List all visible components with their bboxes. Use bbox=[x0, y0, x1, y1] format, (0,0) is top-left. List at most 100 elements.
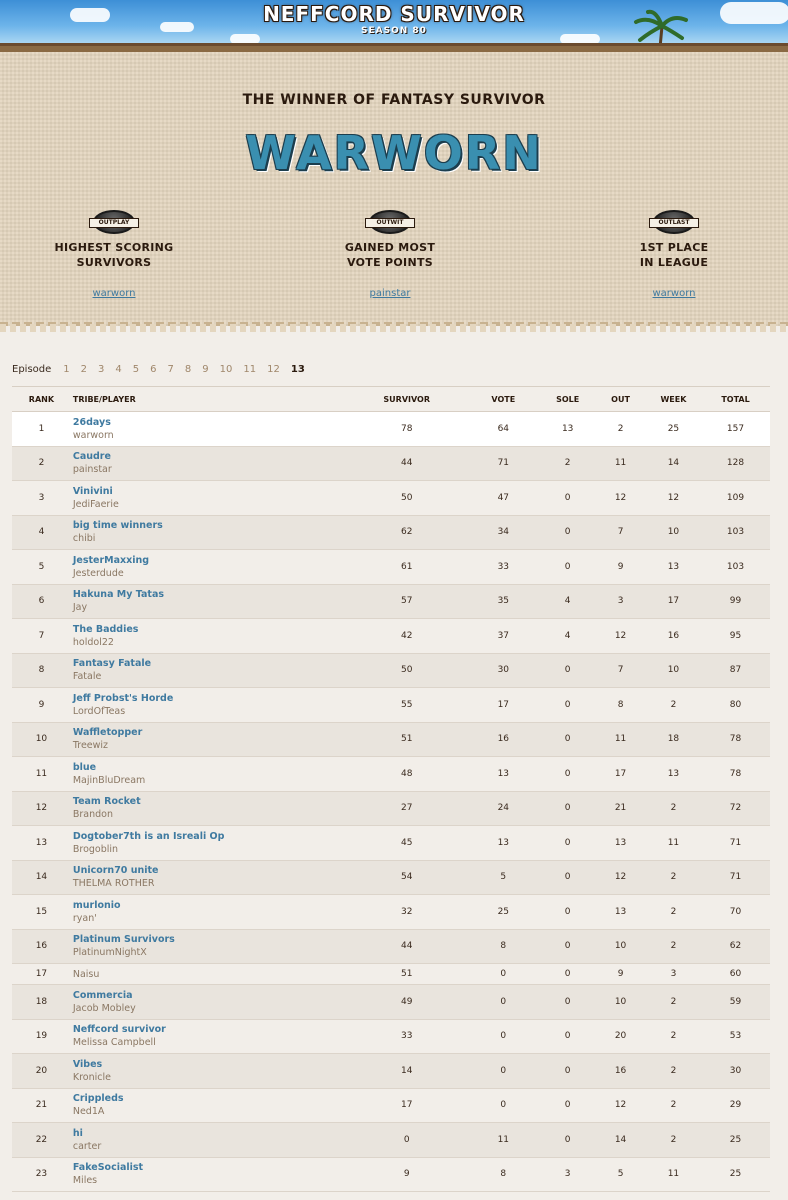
award-winner-link[interactable]: warworn bbox=[14, 288, 214, 299]
sole-cell: 0 bbox=[564, 699, 571, 710]
out-cell: 14 bbox=[614, 1134, 627, 1145]
header-total[interactable]: TOTAL bbox=[701, 395, 770, 404]
tribe-player-cell: JesterMaxxing Jesterdude bbox=[71, 554, 347, 580]
survivor-cell: 45 bbox=[400, 837, 413, 848]
tribe-player-cell: 26days warworn bbox=[71, 416, 347, 442]
tribe-link[interactable]: Vinivini bbox=[73, 485, 347, 498]
tribe-player-cell: Platinum Survivors PlatinumNightX bbox=[71, 933, 347, 959]
episode-link-3[interactable]: 3 bbox=[98, 364, 104, 375]
tribe-link[interactable]: 26days bbox=[73, 416, 347, 429]
rank-cell: 17 bbox=[35, 969, 48, 979]
header-out[interactable]: OUT bbox=[595, 395, 646, 404]
week-cell: 2 bbox=[670, 1134, 677, 1145]
tribe-link[interactable]: hi bbox=[73, 1127, 347, 1140]
sole-cell: 0 bbox=[564, 1031, 571, 1042]
site-title[interactable]: NEFFCORD SURVIVOR bbox=[0, 2, 788, 26]
tribe-link[interactable]: Caudre bbox=[73, 450, 347, 463]
rank-cell: 19 bbox=[35, 1031, 48, 1042]
vote-cell: 47 bbox=[497, 492, 510, 503]
episode-link-5[interactable]: 5 bbox=[133, 364, 139, 375]
episode-link-13[interactable]: 13 bbox=[291, 364, 305, 375]
tribe-link[interactable]: blue bbox=[73, 761, 347, 774]
header-sole[interactable]: SOLE bbox=[540, 395, 595, 404]
week-cell: 2 bbox=[670, 1065, 677, 1076]
header-rank[interactable]: RANK bbox=[12, 395, 71, 404]
tribe-link[interactable]: JesterMaxxing bbox=[73, 554, 347, 567]
rank-cell: 15 bbox=[35, 906, 48, 917]
tribe-link[interactable]: Neffcord survivor bbox=[73, 1023, 347, 1036]
tribe-player-cell: Vibes Kronicle bbox=[71, 1058, 347, 1084]
episode-link-8[interactable]: 8 bbox=[185, 364, 191, 375]
tribe-link[interactable]: murlonio bbox=[73, 899, 347, 912]
header-tribe[interactable]: TRIBE/PLAYER bbox=[71, 395, 347, 404]
winner-name: WARWORN bbox=[245, 126, 543, 180]
tribe-link[interactable]: Waffletopper bbox=[73, 726, 347, 739]
award-title: 1ST PLACE IN LEAGUE bbox=[639, 241, 709, 269]
tribe-link[interactable]: Vibes bbox=[73, 1058, 347, 1071]
total-cell: 29 bbox=[729, 1100, 742, 1111]
tribe-link[interactable]: Hakuna My Tatas bbox=[73, 588, 347, 601]
tribe-link[interactable]: Jeff Probst's Horde bbox=[73, 692, 347, 705]
table-row: 18 Commercia Jacob Mobley 49 0 0 10 2 59 bbox=[12, 985, 770, 1020]
player-name: warworn bbox=[72, 429, 114, 441]
player-name: Melissa Campbell bbox=[72, 1037, 156, 1049]
tribe-link[interactable]: The Baddies bbox=[73, 623, 347, 636]
award-outplay: OUTPLAY HIGHEST SCORING SURVIVORS warworn bbox=[14, 210, 214, 299]
out-cell: 12 bbox=[614, 630, 627, 641]
header-survivor[interactable]: SURVIVOR bbox=[347, 395, 467, 404]
player-name: chibi bbox=[72, 533, 96, 545]
out-cell: 9 bbox=[617, 561, 624, 572]
tribe-link[interactable]: Fantasy Fatale bbox=[73, 657, 347, 670]
episode-link-4[interactable]: 4 bbox=[115, 364, 121, 375]
sole-cell: 3 bbox=[564, 1169, 571, 1180]
outwit-badge-icon: OUTWIT bbox=[365, 210, 415, 234]
episode-link-2[interactable]: 2 bbox=[81, 364, 87, 375]
winner-heading: THE WINNER OF FANTASY SURVIVOR bbox=[242, 92, 546, 108]
header-vote[interactable]: VOTE bbox=[467, 395, 541, 404]
week-cell: 13 bbox=[667, 561, 680, 572]
episode-link-7[interactable]: 7 bbox=[168, 364, 174, 375]
episode-link-11[interactable]: 11 bbox=[243, 364, 256, 375]
sole-cell: 0 bbox=[564, 837, 571, 848]
player-name: holdol22 bbox=[72, 636, 114, 648]
tribe-link[interactable]: Crippleds bbox=[73, 1092, 347, 1105]
player-name: JediFaerie bbox=[72, 498, 119, 510]
tribe-link[interactable]: big time winners bbox=[73, 519, 347, 532]
episode-link-10[interactable]: 10 bbox=[220, 364, 233, 375]
survivor-cell: 27 bbox=[400, 803, 413, 814]
tribe-link[interactable]: Unicorn70 unite bbox=[73, 864, 347, 877]
header-week[interactable]: WEEK bbox=[646, 395, 701, 404]
survivor-cell: 9 bbox=[403, 1169, 410, 1180]
episode-link-1[interactable]: 1 bbox=[63, 364, 69, 375]
player-name: Jesterdude bbox=[72, 567, 124, 579]
sole-cell: 13 bbox=[561, 423, 574, 434]
player-name: Ned1A bbox=[72, 1106, 105, 1118]
out-cell: 10 bbox=[614, 996, 627, 1007]
survivor-cell: 54 bbox=[400, 872, 413, 883]
award-winner-link[interactable]: painstar bbox=[290, 288, 490, 299]
week-cell: 10 bbox=[667, 665, 680, 676]
tribe-link[interactable]: FakeSocialist bbox=[73, 1161, 347, 1174]
total-cell: 78 bbox=[729, 734, 742, 745]
vote-cell: 13 bbox=[497, 837, 510, 848]
table-row: 9 Jeff Probst's Horde LordOfTeas 55 17 0 8 2 80 bbox=[12, 688, 770, 723]
tribe-link[interactable]: Dogtober7th is an Isreali Op bbox=[73, 830, 347, 843]
tribe-link[interactable]: Commercia bbox=[73, 989, 347, 1002]
survivor-cell: 0 bbox=[403, 1134, 410, 1145]
table-row: 16 Platinum Survivors PlatinumNightX 44 8 0 10… bbox=[12, 929, 770, 964]
survivor-cell: 50 bbox=[400, 492, 413, 503]
table-row: 4 big time winners chibi 62 34 0 7 10 103 bbox=[12, 515, 770, 550]
episode-link-12[interactable]: 12 bbox=[267, 364, 280, 375]
sole-cell: 0 bbox=[564, 969, 571, 979]
sole-cell: 0 bbox=[564, 996, 571, 1007]
tribe-link[interactable]: Platinum Survivors bbox=[73, 933, 347, 946]
rank-cell: 2 bbox=[38, 458, 45, 469]
total-cell: 60 bbox=[729, 969, 742, 979]
episode-link-6[interactable]: 6 bbox=[150, 364, 156, 375]
total-cell: 103 bbox=[726, 527, 745, 538]
out-cell: 5 bbox=[617, 1169, 624, 1180]
award-winner-link[interactable]: warworn bbox=[574, 288, 774, 299]
episode-link-9[interactable]: 9 bbox=[202, 364, 208, 375]
table-header: RANK TRIBE/PLAYER SURVIVOR VOTE SOLE OUT… bbox=[12, 386, 770, 412]
tribe-link[interactable]: Team Rocket bbox=[73, 795, 347, 808]
